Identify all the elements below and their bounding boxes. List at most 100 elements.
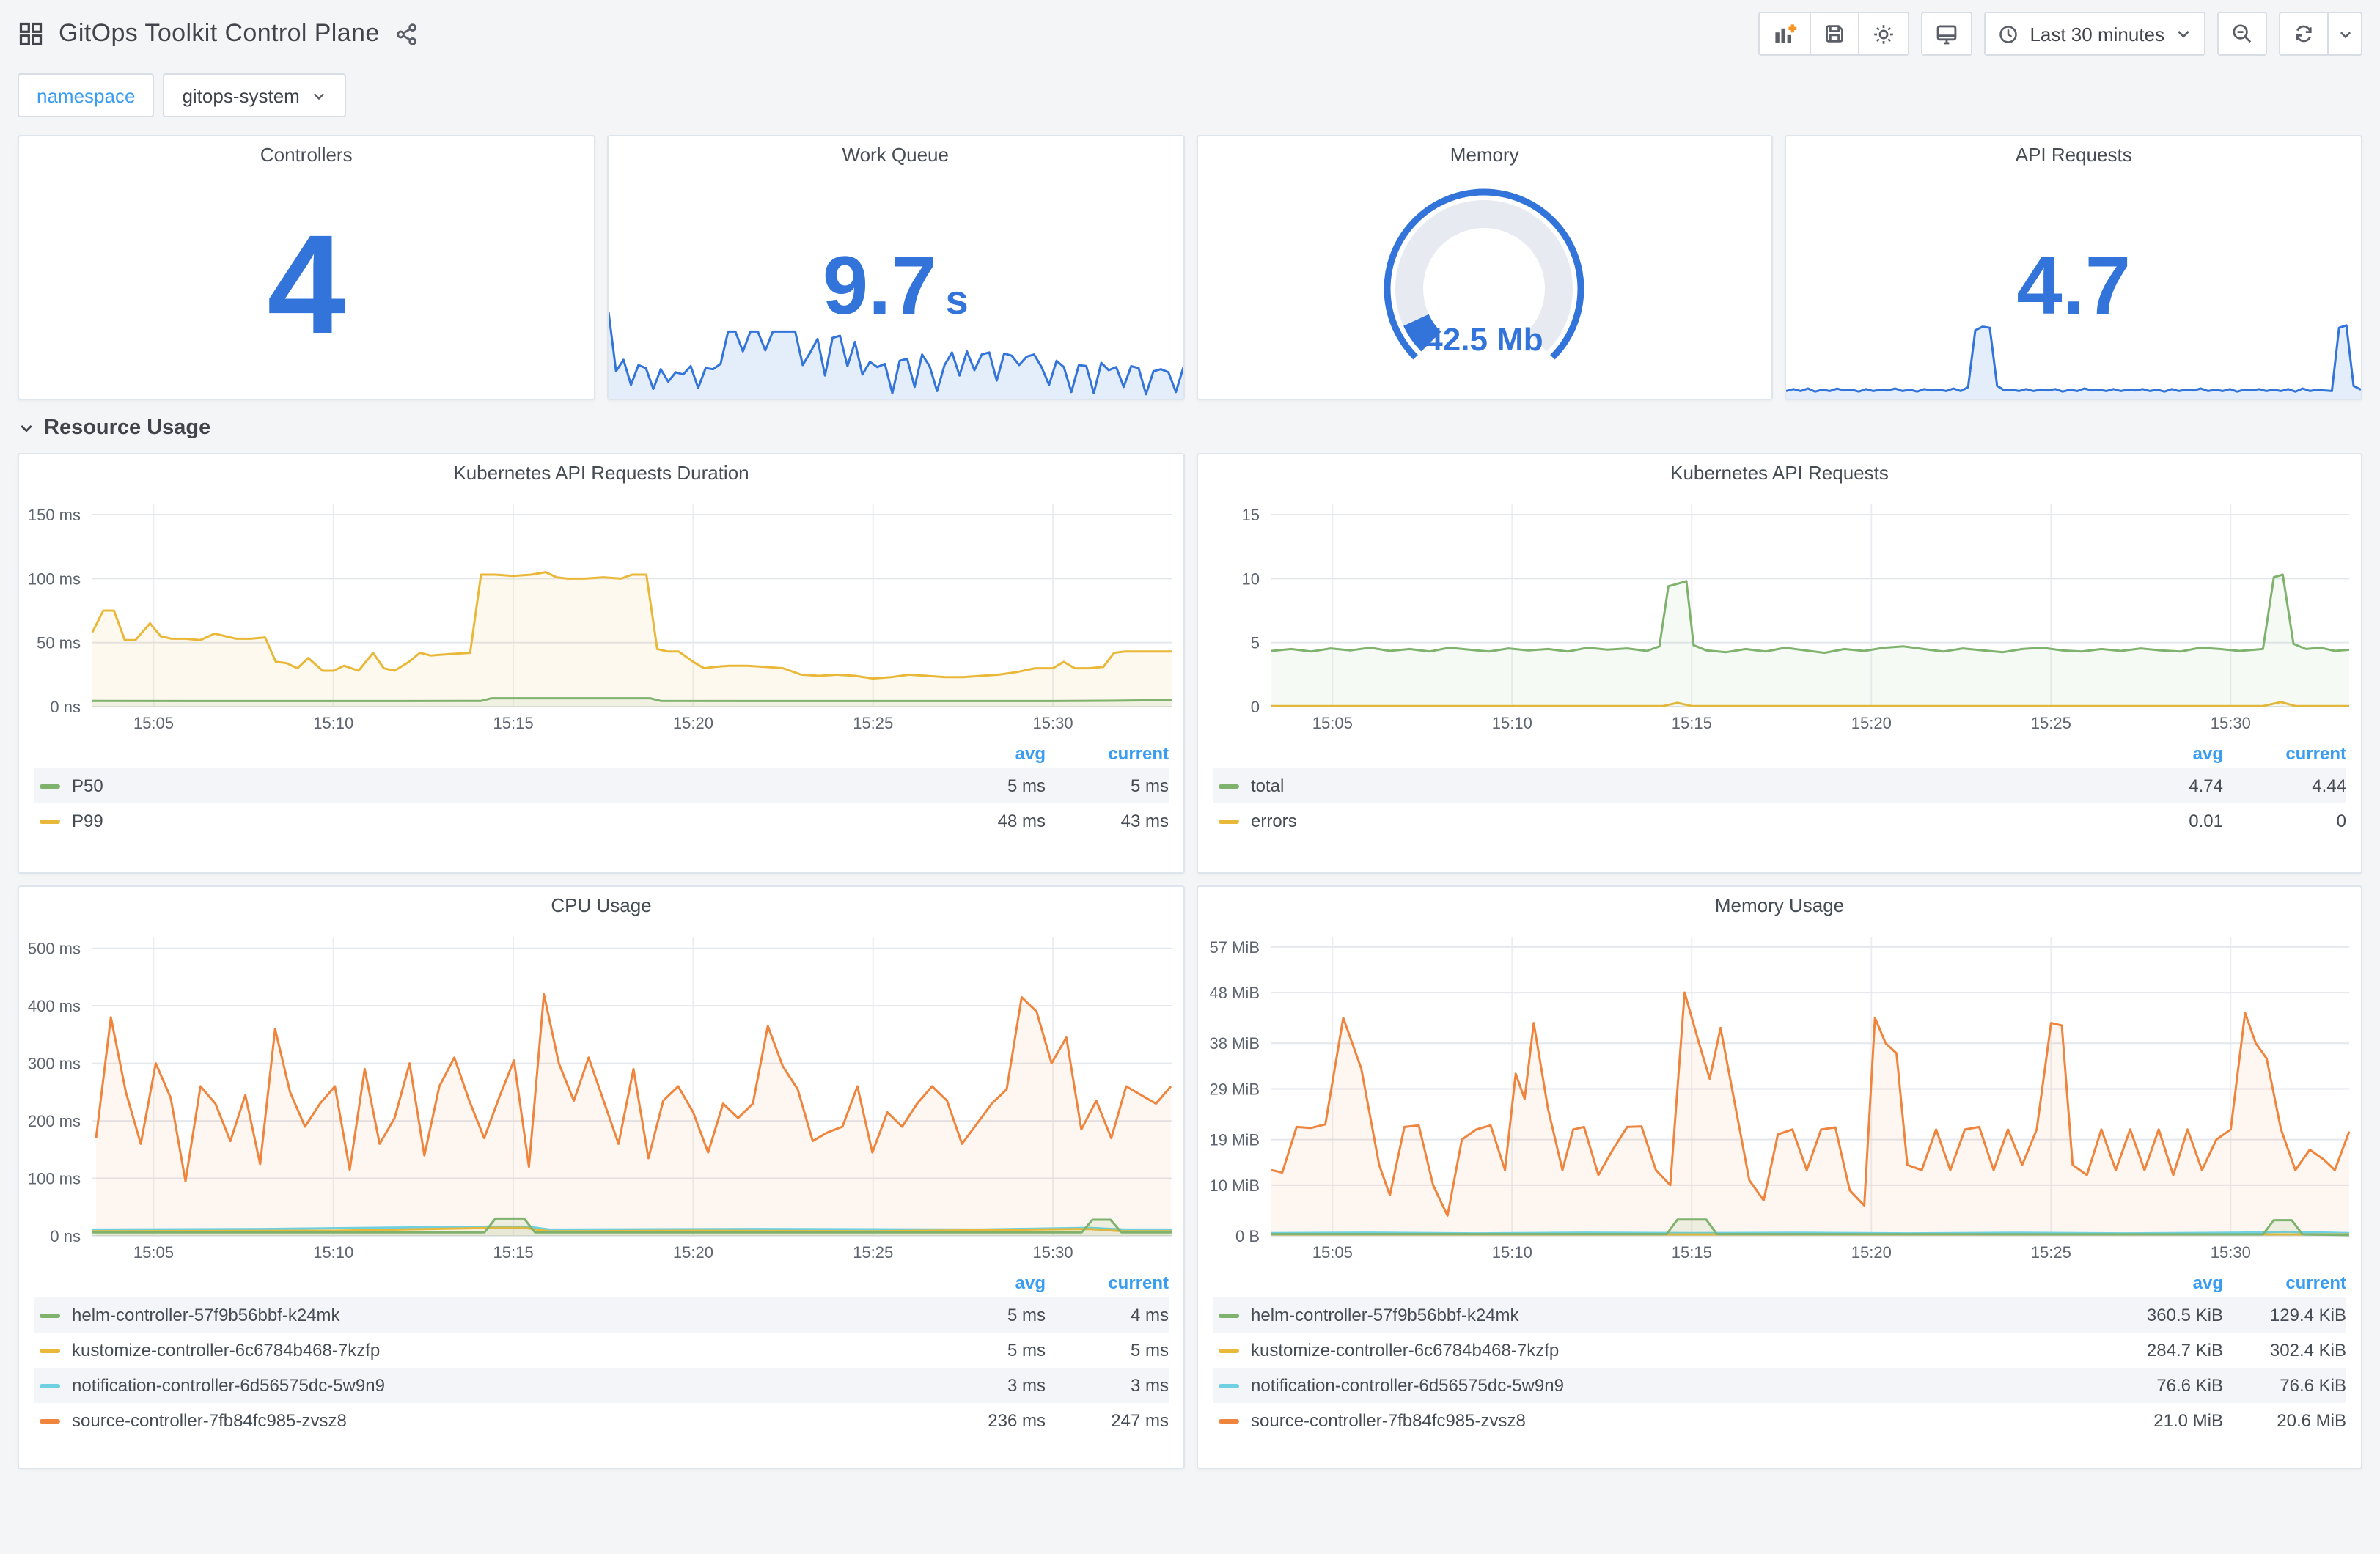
- legend-column-current[interactable]: current: [1046, 739, 1169, 768]
- work-queue-value: 9.7 s: [822, 239, 969, 332]
- svg-text:0 B: 0 B: [1235, 1227, 1260, 1245]
- chart-plot[interactable]: 0 B 10 MiB 19 MiB 29 MiB 38 MiB 48 MiB 57 MiB 1…: [1198, 925, 2361, 1265]
- legend-column-avg[interactable]: avg: [928, 1268, 1046, 1297]
- legend-row[interactable]: helm-controller-57f9b56bbf-k24mk 360.5 Ki…: [1213, 1297, 2346, 1333]
- series-label: source-controller-7fb84fc985-zvsz8: [72, 1410, 347, 1431]
- legend-row[interactable]: kustomize-controller-6c6784b468-7kzfp 284…: [1213, 1333, 2346, 1368]
- svg-text:10 MiB: 10 MiB: [1210, 1176, 1260, 1195]
- refresh-interval-button[interactable]: [2327, 12, 2362, 56]
- gauge-value: 42.5 Mb: [1425, 321, 1543, 357]
- svg-text:10: 10: [1242, 570, 1260, 588]
- series-color-dash: [40, 1383, 60, 1388]
- time-range-picker[interactable]: Last 30 minutes: [1984, 12, 2205, 56]
- legend-row[interactable]: P50 5 ms 5 ms: [34, 768, 1169, 803]
- legend-column-avg[interactable]: avg: [928, 739, 1046, 768]
- section-resource-usage[interactable]: Resource Usage: [18, 403, 2362, 453]
- series-current-value: 5 ms: [1130, 776, 1169, 796]
- variable-value: gitops-system: [182, 84, 300, 106]
- legend-row[interactable]: kustomize-controller-6c6784b468-7kzfp 5 m…: [34, 1333, 1169, 1368]
- series-label: notification-controller-6d56575dc-5w9n9: [72, 1375, 385, 1396]
- add-panel-button[interactable]: [1758, 12, 1812, 56]
- cycle-view-mode-button[interactable]: [1921, 12, 1973, 56]
- panel-title[interactable]: Kubernetes API Requests: [1198, 454, 2361, 493]
- chart-plot[interactable]: 0 ns 100 ms 200 ms 300 ms 400 ms 500 ms 15:05 1…: [19, 925, 1183, 1265]
- variable-label-namespace: namespace: [18, 73, 155, 117]
- api-requests-value: 4.7: [2016, 239, 2131, 332]
- panel-title[interactable]: Controllers: [19, 136, 594, 174]
- panel-title[interactable]: Memory Usage: [1198, 887, 2361, 925]
- series-color-dash: [1219, 1418, 1239, 1423]
- refresh-button[interactable]: [2279, 12, 2329, 56]
- legend-column-avg[interactable]: avg: [2106, 739, 2223, 768]
- series-label: kustomize-controller-6c6784b468-7kzfp: [72, 1340, 381, 1360]
- panel-memory: Memory 42.5 Mb: [1196, 135, 1774, 400]
- panel-title[interactable]: Kubernetes API Requests Duration: [19, 454, 1183, 493]
- legend-header: avg current: [1213, 1268, 2346, 1297]
- legend-row[interactable]: errors 0.01 0: [1213, 803, 2346, 839]
- svg-text:15:15: 15:15: [1672, 1243, 1712, 1262]
- series-avg-value: 236 ms: [988, 1410, 1046, 1431]
- svg-text:15:20: 15:20: [673, 1243, 713, 1262]
- svg-text:57 MiB: 57 MiB: [1210, 938, 1260, 957]
- svg-text:15:05: 15:05: [133, 1243, 174, 1262]
- monitor-icon: [1934, 21, 1959, 46]
- svg-text:15:15: 15:15: [493, 714, 534, 732]
- dashboard-grid-icon: [18, 21, 44, 47]
- panel-actions-group: [1758, 12, 1910, 56]
- variable-value-dropdown[interactable]: gitops-system: [163, 73, 347, 117]
- series-color-dash: [1219, 819, 1239, 823]
- series-current-value: 129.4 KiB: [2269, 1305, 2346, 1325]
- share-icon[interactable]: [394, 21, 419, 46]
- legend-row[interactable]: notification-controller-6d56575dc-5w9n9 7…: [1213, 1368, 2346, 1403]
- zoom-out-button[interactable]: [2217, 12, 2267, 56]
- legend-column-avg[interactable]: avg: [2106, 1268, 2223, 1297]
- svg-text:15:20: 15:20: [673, 714, 713, 732]
- charts-row-1: Kubernetes API Requests Duration 0 ns 50 …: [18, 453, 2362, 874]
- chevron-down-icon: [2337, 26, 2353, 42]
- panel-memory-usage: Memory Usage 0 B 10 MiB 19 MiB 29 MiB 38 MiB…: [1197, 885, 2362, 1469]
- panel-title[interactable]: Memory: [1197, 136, 1772, 174]
- panel-title[interactable]: Work Queue: [609, 136, 1183, 174]
- legend-column-current[interactable]: current: [2223, 1268, 2346, 1297]
- svg-text:15:25: 15:25: [853, 714, 893, 732]
- legend-column-current[interactable]: current: [1046, 1268, 1169, 1297]
- legend-row[interactable]: P99 48 ms 43 ms: [34, 803, 1169, 839]
- series-current-value: 0: [2336, 811, 2346, 831]
- chevron-down-icon: [2175, 25, 2192, 43]
- chart-plot[interactable]: 0 ns 50 ms 100 ms 150 ms 15:05 15:10 15:15 15:2…: [19, 493, 1183, 736]
- series-color-dash: [40, 1418, 60, 1423]
- series-color-dash: [1219, 784, 1239, 788]
- legend-row[interactable]: source-controller-7fb84fc985-zvsz8 236 ms…: [34, 1403, 1169, 1438]
- chart-plot[interactable]: 0 5 10 15 15:05 15:10 15:15 15:20 15:25 15:30: [1198, 493, 2361, 736]
- svg-text:19 MiB: 19 MiB: [1210, 1131, 1260, 1149]
- clock-icon: [1997, 23, 2019, 45]
- series-avg-value: 21.0 MiB: [2153, 1410, 2223, 1431]
- svg-text:15:10: 15:10: [313, 714, 353, 732]
- svg-text:0 ns: 0 ns: [50, 1227, 81, 1245]
- svg-text:15:05: 15:05: [1312, 714, 1353, 732]
- series-current-value: 247 ms: [1111, 1410, 1169, 1431]
- grafana-dashboard: GitOps Toolkit Control Plane Last 30 min…: [0, 0, 2380, 1554]
- panel-title[interactable]: CPU Usage: [19, 887, 1183, 925]
- legend-row[interactable]: total 4.74 4.44: [1213, 768, 2346, 803]
- series-label: kustomize-controller-6c6784b468-7kzfp: [1251, 1340, 1560, 1360]
- svg-text:15:30: 15:30: [2211, 714, 2251, 732]
- series-color-dash: [40, 1313, 60, 1317]
- series-current-value: 4.44: [2312, 776, 2346, 796]
- svg-text:15:10: 15:10: [313, 1243, 353, 1262]
- legend-row[interactable]: helm-controller-57f9b56bbf-k24mk 5 ms 4 ms: [34, 1297, 1169, 1333]
- legend-header: avg current: [34, 739, 1169, 768]
- legend-header: avg current: [34, 1268, 1169, 1297]
- save-dashboard-button[interactable]: [1810, 12, 1860, 56]
- legend-column-current[interactable]: current: [2223, 739, 2346, 768]
- dashboard-settings-button[interactable]: [1858, 12, 1910, 56]
- series-avg-value: 3 ms: [1007, 1375, 1046, 1396]
- chart-legend: avg current total 4.74 4.44 errors 0.01 0: [1198, 736, 2361, 844]
- panel-controllers: Controllers 4: [18, 135, 595, 400]
- legend-row[interactable]: notification-controller-6d56575dc-5w9n9 3…: [34, 1368, 1169, 1403]
- panel-title[interactable]: API Requests: [1787, 136, 2362, 174]
- series-current-value: 20.6 MiB: [2277, 1410, 2346, 1431]
- svg-text:15:05: 15:05: [133, 714, 174, 732]
- legend-row[interactable]: source-controller-7fb84fc985-zvsz8 21.0 M…: [1213, 1403, 2346, 1438]
- charts-row-2: CPU Usage 0 ns 100 ms 200 ms 300 ms 400 ms 50…: [18, 885, 2362, 1469]
